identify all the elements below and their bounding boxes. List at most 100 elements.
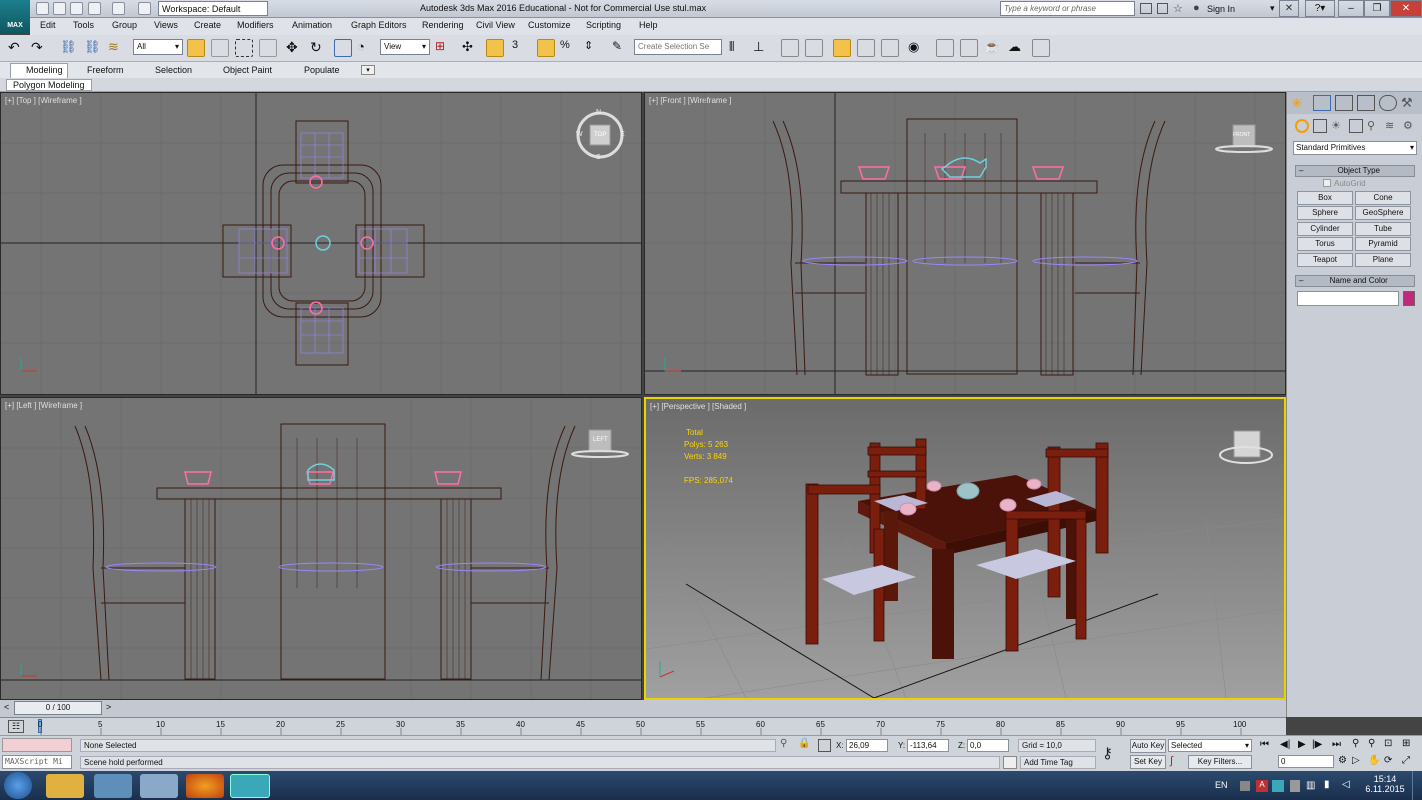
bind-space-warp-icon[interactable]: ≋ [108,39,126,57]
named-selection-set-dropdown[interactable]: Create Selection Se [634,39,722,55]
close-button[interactable]: ✕ [1390,0,1422,17]
time-configuration-icon[interactable]: ⚙ [1338,755,1350,768]
ribbon-options-icon[interactable]: ▾ [361,65,375,75]
help-icon[interactable]: ?▾ [1305,0,1335,17]
rotate-icon[interactable]: ↻ [310,39,328,57]
pyramid-button[interactable]: Pyramid [1355,237,1411,251]
save-file-icon[interactable] [70,2,83,15]
binoculars-icon[interactable] [1140,3,1152,14]
field-of-view-icon[interactable]: ▷ [1352,755,1360,766]
start-button[interactable] [4,772,32,799]
redo-quick-icon[interactable] [112,2,125,15]
autodesk-tray-icon[interactable] [1272,780,1284,792]
menu-civil-view[interactable]: Civil View [476,20,515,30]
next-frame-icon[interactable]: |▶ [1312,739,1322,750]
absolute-mode-icon[interactable] [818,739,831,752]
sphere-button[interactable]: Sphere [1297,206,1353,220]
ribbon-toggle-icon[interactable] [833,39,851,57]
polygon-modeling-tab[interactable]: Polygon Modeling [6,79,92,91]
select-manipulate-icon[interactable]: ✣ [462,39,480,57]
viewcube-left[interactable]: LEFT [593,437,608,443]
viewcube-front[interactable]: FRONT [1233,132,1250,138]
key-filters-button[interactable]: Key Filters... [1188,755,1252,769]
menu-rendering[interactable]: Rendering [422,20,464,30]
mirror-icon[interactable]: ⫴ [729,39,747,57]
network-tray-icon[interactable]: ▥ [1306,780,1318,792]
x-coordinate-field[interactable]: 26,09 [846,739,888,752]
menu-animation[interactable]: Animation [292,20,332,30]
viewcube-top[interactable]: TOP [594,132,606,138]
media-player-icon[interactable] [94,774,132,798]
maxscript-mini-input[interactable]: MAXScript Mi [2,755,72,769]
object-color-swatch[interactable] [1403,291,1415,306]
scale-icon[interactable] [334,39,352,57]
percent-snap-icon[interactable]: % [560,39,578,57]
viewport-top[interactable]: [+] [Top ] [Wireframe ] N E S W TOP [0,92,642,395]
key-mode-dropdown[interactable]: Selected ▾ [1168,739,1252,752]
tab-freeform[interactable]: Freeform [87,65,124,75]
tab-selection[interactable]: Selection [155,65,192,75]
add-time-tag-button[interactable]: Add Time Tag [1020,756,1096,769]
undo-icon[interactable]: ↶ [8,39,26,57]
primitive-type-dropdown[interactable]: Standard Primitives ▾ [1293,141,1417,155]
y-coordinate-field[interactable]: -113,64 [907,739,949,752]
tab-modeling[interactable]: Modeling [26,65,63,75]
window-crossing-icon[interactable] [259,39,277,57]
align-icon[interactable]: ⊥ [753,39,771,57]
user-icon[interactable]: ● [1193,2,1200,14]
volume-tray-icon[interactable]: ◁ [1342,779,1354,791]
a360-gallery-icon[interactable] [1032,39,1050,57]
menu-edit[interactable]: Edit [40,20,56,30]
menu-graph-editors[interactable]: Graph Editors [351,20,407,30]
edit-named-selection-icon[interactable]: ✎ [612,39,630,57]
scene-explorer-icon[interactable] [805,39,823,57]
menu-views[interactable]: Views [154,20,178,30]
material-editor-icon[interactable]: ◉ [908,39,926,57]
firefox-icon[interactable] [186,774,224,798]
pan-view-icon[interactable]: ✋ [1368,755,1380,766]
lights-icon[interactable]: ☀ [1331,119,1345,133]
viewport-left[interactable]: [+] [Left ] [Wireframe ] LEFT [0,397,642,700]
key-icon[interactable]: ⚷ [1102,744,1124,762]
flag-tray-icon[interactable] [1290,780,1300,792]
cameras-icon[interactable] [1349,119,1363,133]
pivot-center-icon[interactable]: ⊞ [435,39,453,57]
menu-tools[interactable]: Tools [73,20,94,30]
menu-group[interactable]: Group [112,20,137,30]
modify-tab-icon[interactable] [1313,95,1331,111]
render-setup-icon[interactable] [936,39,954,57]
clock[interactable]: 15:14 6.11.2015 [1364,774,1406,794]
3dsmax-taskbar-icon[interactable] [230,774,270,798]
render-cloud-icon[interactable]: ☁ [1008,39,1026,57]
tube-button[interactable]: Tube [1355,222,1411,236]
systems-icon[interactable]: ⚙ [1403,119,1417,133]
teapot-button[interactable]: Teapot [1297,253,1353,267]
move-icon[interactable]: ✥ [286,39,304,57]
layer-manager-icon[interactable] [781,39,799,57]
set-key-button[interactable]: Set Key [1130,755,1166,769]
torus-button[interactable]: Torus [1297,237,1353,251]
maxscript-listener-output[interactable] [2,738,72,752]
selection-lock-icon[interactable]: 🔒 [798,738,812,752]
cone-button[interactable]: Cone [1355,191,1411,205]
orbit-icon[interactable]: ⟳ [1384,755,1392,766]
sign-in-chevron-icon[interactable]: ▾ [1270,3,1275,14]
geometry-icon[interactable] [1295,119,1309,133]
display-tab-icon[interactable] [1379,95,1397,111]
zoom-extents-all-icon[interactable]: ⊞ [1402,738,1410,749]
select-object-icon[interactable] [187,39,205,57]
previous-frame-icon[interactable]: ◀| [1280,739,1290,750]
curve-editor-icon[interactable] [857,39,875,57]
sign-in-button[interactable]: Sign In [1207,4,1235,14]
shapes-icon[interactable] [1313,119,1327,133]
geosphere-button[interactable]: GeoSphere [1355,206,1411,220]
spinner-snap-icon[interactable]: ⇕ [584,39,602,57]
open-file-icon[interactable] [53,2,66,15]
play-icon[interactable]: ▶ [1298,739,1306,750]
isolate-selection-icon[interactable]: ⚲ [780,738,794,752]
menu-customize[interactable]: Customize [528,20,571,30]
favorites-star-icon[interactable]: ☆ [1173,2,1183,15]
exchange-icon[interactable]: ✕ [1279,0,1299,17]
new-file-icon[interactable] [36,2,49,15]
object-name-input[interactable] [1297,291,1399,306]
